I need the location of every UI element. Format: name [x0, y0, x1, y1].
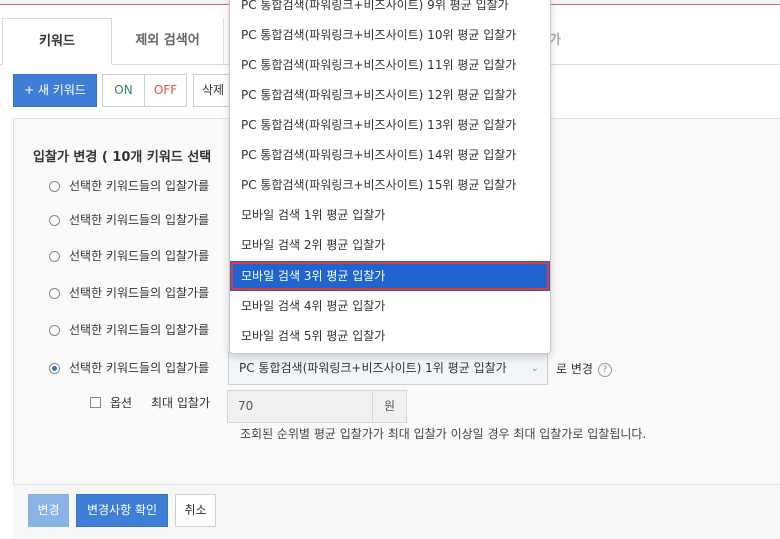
- dropdown-option[interactable]: 모바일 검색 1위 평균 입찰가: [230, 200, 550, 230]
- max-bid-note: 조회된 순위별 평균 입찰가가 최대 입찰가 이상일 경우 최대 입찰가로 입찰…: [240, 427, 647, 441]
- max-bid-label: 최대 입찰가: [151, 396, 211, 410]
- radio-option-1[interactable]: 선택한 키워드들의 입찰가를: [49, 177, 209, 195]
- radio-button[interactable]: [49, 288, 60, 299]
- radio-option-3[interactable]: 선택한 키워드들의 입찰가를: [49, 247, 209, 265]
- dropdown-option[interactable]: PC 통합검색(파워링크+비즈사이트) 14위 평균 입찰가: [230, 140, 550, 170]
- tab-keywords[interactable]: 키워드: [2, 18, 112, 65]
- option-checkbox[interactable]: [90, 397, 101, 408]
- radio-option-6[interactable]: 선택한 키워드들의 입찰가를: [49, 359, 209, 377]
- bid-rank-dropdown-list: PC 통합검색(파워링크+비즈사이트) 9위 평균 입찰가 PC 통합검색(파워…: [229, 0, 551, 354]
- radio-option-4[interactable]: 선택한 키워드들의 입찰가를: [49, 284, 209, 302]
- radio-label: 선택한 키워드들의 입찰가를: [69, 286, 210, 300]
- dropdown-option[interactable]: 모바일 검색 4위 평균 입찰가: [230, 291, 550, 321]
- radio-option-5[interactable]: 선택한 키워드들의 입찰가를: [49, 321, 209, 339]
- off-button[interactable]: OFF: [144, 74, 187, 107]
- tab-excluded-search-terms[interactable]: 제외 검색어: [112, 18, 224, 64]
- dropdown-option[interactable]: PC 통합검색(파워링크+비즈사이트) 10위 평균 입찰가: [230, 20, 550, 50]
- radio-button[interactable]: [49, 215, 60, 226]
- on-button[interactable]: ON: [102, 74, 145, 107]
- delete-button[interactable]: 삭제: [193, 74, 233, 107]
- currency-unit: 원: [372, 391, 406, 422]
- dropdown-option[interactable]: PC 통합검색(파워링크+비즈사이트) 12위 평균 입찰가: [230, 80, 550, 110]
- dropdown-option-highlighted[interactable]: 모바일 검색 3위 평균 입찰가: [230, 261, 550, 291]
- radio-button-checked[interactable]: [49, 363, 60, 374]
- select-value: PC 통합검색(파워링크+비즈사이트) 1위 평균 입찰가: [239, 361, 507, 375]
- dropdown-option[interactable]: PC 통합검색(파워링크+비즈사이트) 15위 평균 입찰가: [230, 170, 550, 200]
- section-title: 입찰가 변경 ( 10개 키워드 선택: [33, 150, 212, 165]
- radio-label: 선택한 키워드들의 입찰가를: [69, 323, 210, 337]
- radio-label: 선택한 키워드들의 입찰가를: [69, 361, 210, 375]
- cancel-button[interactable]: 취소: [175, 494, 216, 527]
- change-suffix-label: 로 변경: [556, 362, 593, 376]
- radio-button[interactable]: [49, 181, 60, 192]
- max-bid-value: 70: [238, 399, 254, 413]
- help-icon[interactable]: ?: [597, 362, 612, 377]
- dropdown-option[interactable]: PC 통합검색(파워링크+비즈사이트) 13위 평균 입찰가: [230, 110, 550, 140]
- dropdown-option[interactable]: 모바일 검색 5위 평균 입찰가: [230, 321, 550, 351]
- radio-button[interactable]: [49, 251, 60, 262]
- bid-rank-select[interactable]: PC 통합검색(파워링크+비즈사이트) 1위 평균 입찰가 ⌄: [228, 352, 548, 385]
- max-bid-input[interactable]: 70 원: [227, 390, 407, 423]
- radio-label: 선택한 키워드들의 입찰가를: [69, 179, 210, 193]
- option-label: 옵션: [110, 396, 133, 410]
- confirm-changes-button[interactable]: 변경사항 확인: [76, 494, 168, 527]
- dropdown-option[interactable]: PC 통합검색(파워링크+비즈사이트) 9위 평균 입찰가: [230, 0, 550, 20]
- dropdown-option[interactable]: 모바일 검색 2위 평균 입찰가: [230, 230, 550, 260]
- radio-label: 선택한 키워드들의 입찰가를: [69, 213, 210, 227]
- radio-label: 선택한 키워드들의 입찰가를: [69, 249, 210, 263]
- radio-option-2[interactable]: 선택한 키워드들의 입찰가를: [49, 211, 209, 229]
- radio-button[interactable]: [49, 325, 60, 336]
- dropdown-option[interactable]: PC 통합검색(파워링크+비즈사이트) 11위 평균 입찰가: [230, 50, 550, 80]
- change-button[interactable]: 변경: [28, 494, 69, 527]
- chevron-down-icon: ⌄: [530, 363, 539, 374]
- change-suffix: 로 변경?: [556, 360, 612, 377]
- new-keyword-button[interactable]: + 새 키워드: [13, 74, 97, 107]
